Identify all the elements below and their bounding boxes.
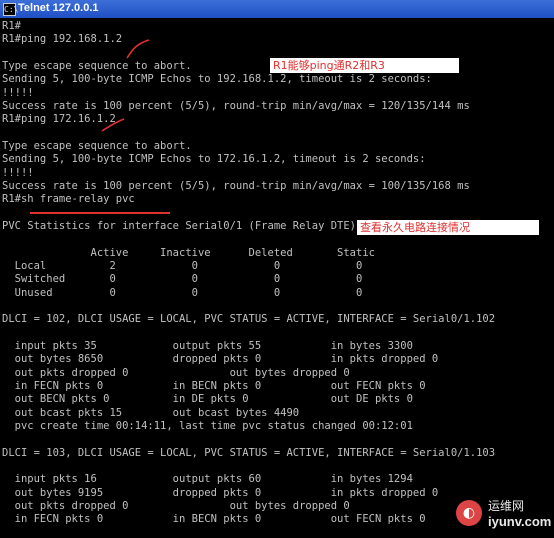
- console-line: R1#ping 172.16.1.2: [2, 113, 116, 126]
- console-line: Unused 0 0 0 0: [2, 286, 363, 299]
- console-line: Type escape sequence to abort.: [2, 59, 192, 72]
- console-line: R1#sh frame-relay pvc: [2, 193, 135, 206]
- console-line: !!!!!: [2, 86, 34, 99]
- console-line: Success rate is 100 percent (5/5), round…: [2, 179, 470, 192]
- console-line: R1#: [2, 20, 21, 32]
- pvc-annotation: 查看永久电路连接情况: [357, 220, 539, 235]
- console-line: pvc create time 00:14:11, last time pvc …: [2, 419, 413, 432]
- console-line: Switched 0 0 0 0: [2, 273, 363, 286]
- console-line: out pkts dropped 0 out bytes dropped 0: [2, 366, 350, 379]
- annotation-check-mark: [101, 118, 125, 132]
- console-line: Sending 5, 100-byte ICMP Echos to 192.16…: [2, 73, 432, 86]
- console-line: out pkts dropped 0 out bytes dropped 0: [2, 499, 350, 512]
- console-line: Sending 5, 100-byte ICMP Echos to 172.16…: [2, 153, 426, 166]
- console-line: input pkts 35 output pkts 55 in bytes 33…: [2, 339, 413, 352]
- console-line: PVC Statistics for interface Serial0/1 (…: [2, 219, 357, 232]
- console-line: in FECN pkts 0 in BECN pkts 0 out FECN p…: [2, 513, 426, 526]
- watermark-line2: iyunv.com: [488, 514, 552, 529]
- watermark-line1: 运维网: [488, 499, 525, 513]
- console-line: out bcast pkts 15 out bcast bytes 4490: [2, 406, 300, 419]
- iyunv-logo-icon: ◐: [456, 500, 482, 526]
- ping-annotation: R1能够ping通R2和R3: [270, 58, 459, 73]
- console-line: Type escape sequence to abort.: [2, 139, 192, 152]
- watermark: ◐ 运维网 iyunv.com: [456, 494, 552, 534]
- window-title: Telnet 127.0.0.1: [18, 2, 99, 14]
- console-line: Active Inactive Deleted Static: [2, 246, 375, 259]
- command-underline: [30, 212, 170, 214]
- console-line: out bytes 8650 dropped pkts 0 in pkts dr…: [2, 353, 439, 366]
- terminal-console[interactable]: R1# R1#ping 192.168.1.2 Type escape sequen…: [0, 20, 554, 538]
- title-bar[interactable]: C:\ Telnet 127.0.0.1: [0, 0, 554, 19]
- console-line: input pkts 16 output pkts 60 in bytes 12…: [2, 473, 413, 486]
- console-line: Success rate is 100 percent (5/5), round…: [2, 99, 470, 112]
- annotation-check-mark: [126, 39, 150, 59]
- console-line: Local 2 0 0 0: [2, 259, 363, 272]
- cmd-icon[interactable]: C:\: [3, 3, 18, 16]
- console-line: in FECN pkts 0 in BECN pkts 0 out FECN p…: [2, 379, 426, 392]
- console-line: DLCI = 103, DLCI USAGE = LOCAL, PVC STAT…: [2, 446, 496, 459]
- console-line: out bytes 9195 dropped pkts 0 in pkts dr…: [2, 486, 439, 499]
- console-line: out BECN pkts 0 in DE pkts 0 out DE pkts…: [2, 393, 413, 406]
- console-line: R1#ping 192.168.1.2: [2, 33, 123, 46]
- console-line: DLCI = 102, DLCI USAGE = LOCAL, PVC STAT…: [2, 313, 496, 326]
- console-line: !!!!!: [2, 166, 34, 179]
